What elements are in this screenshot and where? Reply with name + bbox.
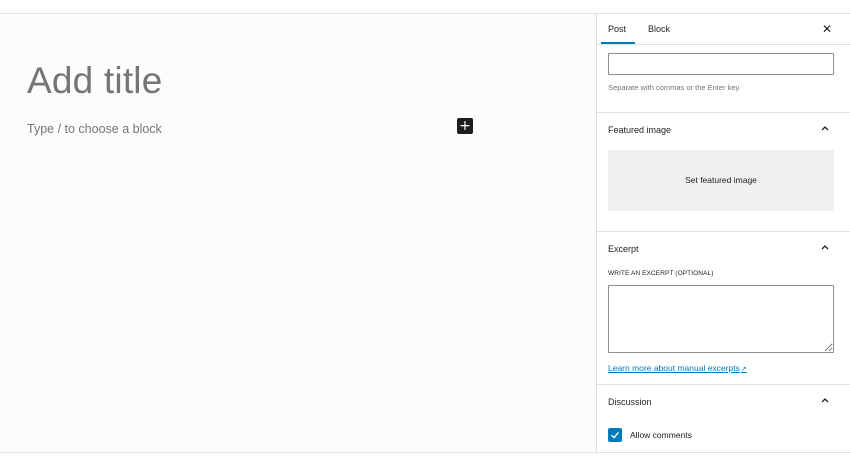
featured-image-panel-title[interactable]: Featured image xyxy=(608,125,671,135)
panel-divider xyxy=(597,231,850,232)
editor-canvas: Add title Type / to choose a block + xyxy=(0,14,596,452)
checkmark-icon xyxy=(611,431,620,439)
chevron-up-icon[interactable] xyxy=(819,123,831,135)
close-icon: ✕ xyxy=(821,22,833,36)
panel-divider xyxy=(597,384,850,385)
close-sidebar-button[interactable]: ✕ xyxy=(820,22,834,36)
allow-comments-label[interactable]: Allow comments xyxy=(630,430,692,440)
learn-more-label: Learn more about manual excerpts xyxy=(608,363,740,373)
tags-input[interactable] xyxy=(608,53,834,75)
block-inserter-button[interactable]: + xyxy=(457,118,473,134)
editor-window: Add title Type / to choose a block + Pos… xyxy=(0,0,850,463)
tab-block[interactable]: Block xyxy=(648,14,670,45)
post-title-input[interactable]: Add title xyxy=(27,60,163,102)
sidebar-tabs: Post Block ✕ xyxy=(597,14,850,45)
allow-comments-checkbox[interactable] xyxy=(608,428,622,442)
bottom-divider xyxy=(0,452,850,453)
panel-divider xyxy=(597,112,850,113)
excerpt-textarea[interactable] xyxy=(608,285,834,353)
tab-post[interactable]: Post xyxy=(608,14,626,45)
plus-icon: + xyxy=(459,118,471,134)
excerpt-panel-title[interactable]: Excerpt xyxy=(608,244,639,254)
set-featured-image-button[interactable]: Set featured image xyxy=(608,150,834,211)
tags-help-text: Separate with commas or the Enter key. xyxy=(608,83,741,92)
external-link-icon: ↗ xyxy=(740,366,747,373)
chevron-up-icon[interactable] xyxy=(819,395,831,407)
block-placeholder[interactable]: Type / to choose a block xyxy=(27,122,162,136)
learn-more-excerpts-link[interactable]: Learn more about manual excerpts↗ xyxy=(608,363,747,373)
excerpt-label: WRITE AN EXCERPT (OPTIONAL) xyxy=(608,270,714,277)
discussion-panel-title[interactable]: Discussion xyxy=(608,397,652,407)
settings-sidebar: Post Block ✕ Separate with commas or the… xyxy=(596,14,850,452)
chevron-up-icon[interactable] xyxy=(819,242,831,254)
active-tab-indicator xyxy=(601,42,635,44)
